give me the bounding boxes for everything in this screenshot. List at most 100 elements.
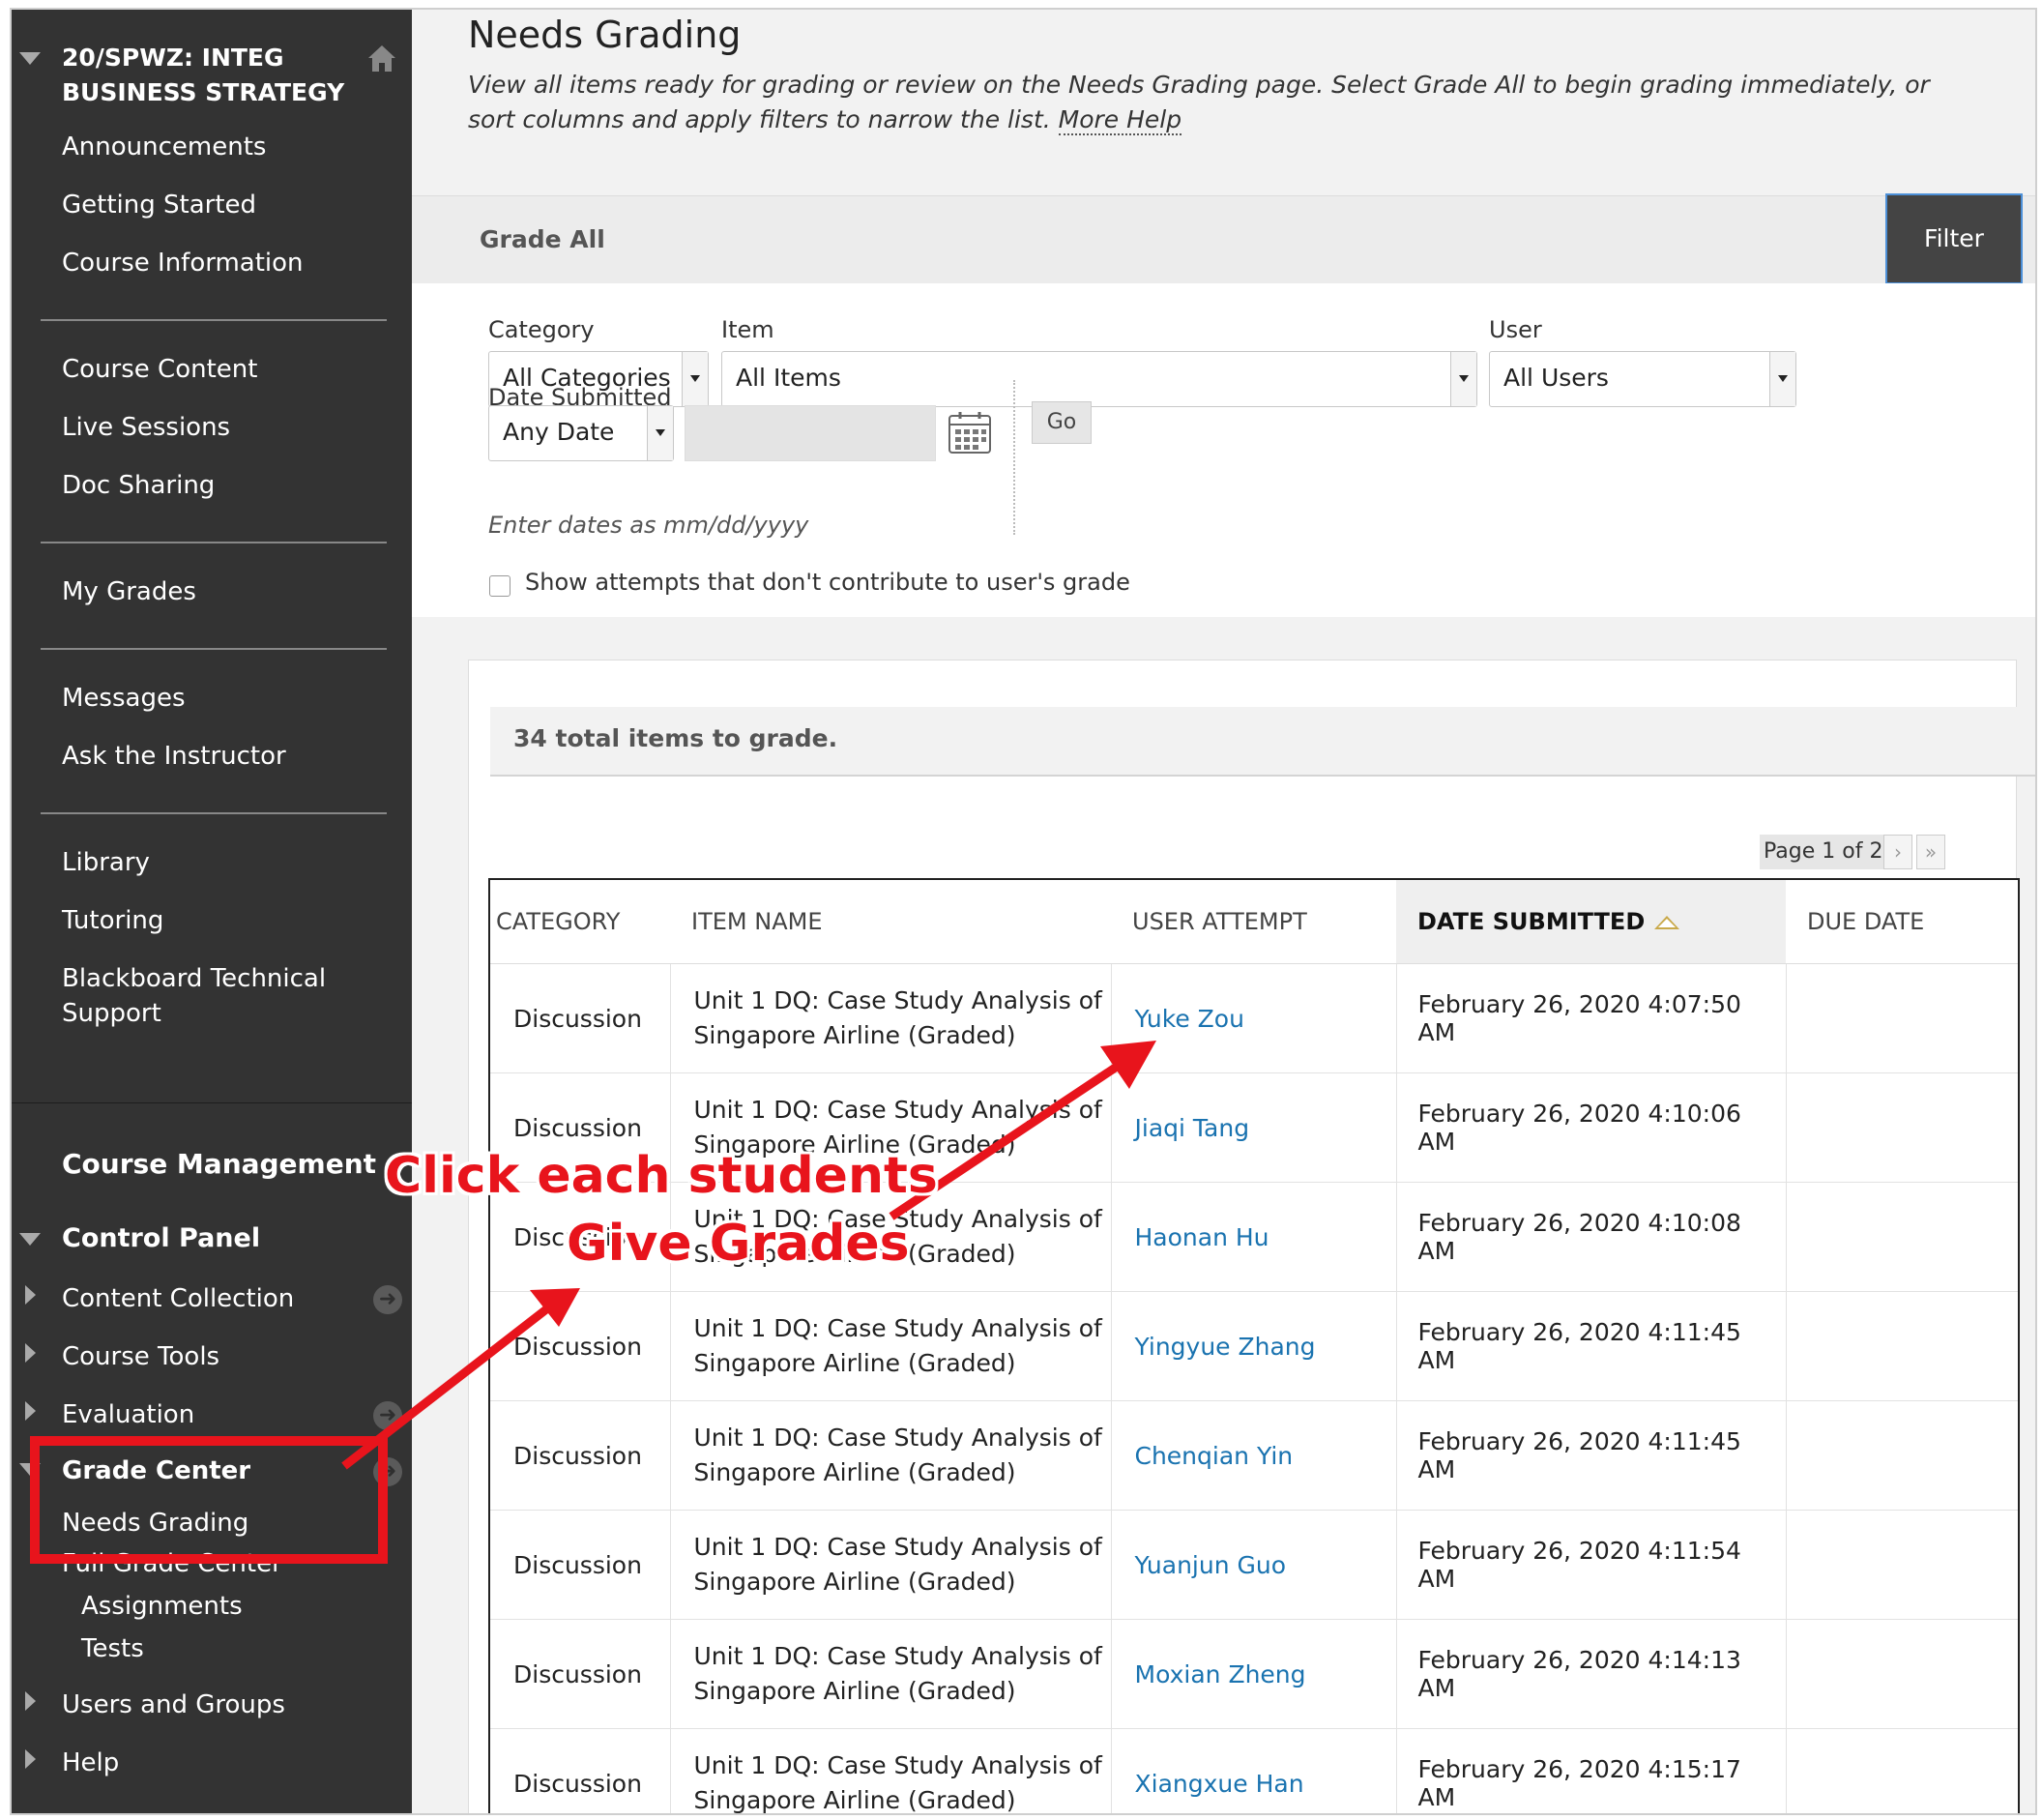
- last-page-icon[interactable]: »: [1916, 835, 1945, 869]
- date-submitted-cell: February 26, 2020 4:10:08 AM: [1395, 1182, 1786, 1292]
- grade-all-button[interactable]: Grade All: [480, 225, 605, 253]
- user-attempt-link[interactable]: Yuanjun Guo: [1110, 1510, 1396, 1620]
- screenshot-frame: 20/SPWZ: INTEG BUSINESS STRATEGY Announc…: [10, 8, 2037, 1815]
- sidebar-item-course-tools[interactable]: Course Tools: [62, 1339, 219, 1374]
- sidebar-item-course-information[interactable]: Course Information: [62, 246, 304, 280]
- column-header-category[interactable]: CATEGORY: [490, 880, 670, 964]
- arrow-circle-icon[interactable]: ➜: [373, 1285, 402, 1314]
- total-items-bar: 34 total items to grade.: [490, 707, 2035, 777]
- arrow-circle-icon[interactable]: ➜: [373, 1401, 402, 1430]
- course-management-panel: Course Management Control Panel Content …: [12, 1102, 412, 1813]
- table-row: Discussion Unit 1 DQ: Case Study Analysi…: [490, 1510, 2018, 1620]
- expand-triangle-icon[interactable]: [25, 1343, 36, 1363]
- due-date-cell: [1785, 1510, 2018, 1620]
- collapse-triangle-icon[interactable]: [19, 52, 41, 65]
- date-select[interactable]: Any Date: [488, 405, 674, 461]
- user-label: User: [1489, 316, 1542, 343]
- total-items-text: 34 total items to grade.: [513, 724, 838, 752]
- date-input[interactable]: [685, 405, 936, 461]
- sidebar-item-doc-sharing[interactable]: Doc Sharing: [62, 468, 215, 503]
- sidebar-item-announcements[interactable]: Announcements: [62, 130, 266, 164]
- sidebar-item-users-and-groups[interactable]: Users and Groups: [62, 1688, 285, 1722]
- user-attempt-link[interactable]: Yuke Zou: [1110, 963, 1396, 1073]
- sidebar-item-full-grade-center[interactable]: Full Grade Center: [62, 1546, 282, 1581]
- category-label: Category: [488, 316, 595, 343]
- user-attempt-link[interactable]: Yingyue Zhang: [1110, 1291, 1396, 1401]
- chevron-down-icon: [1450, 352, 1476, 406]
- expand-triangle-icon[interactable]: [25, 1401, 36, 1421]
- sidebar-item-getting-started[interactable]: Getting Started: [62, 188, 256, 222]
- sidebar-item-course-content[interactable]: Course Content: [62, 352, 257, 387]
- go-button[interactable]: Go: [1032, 401, 1092, 444]
- due-date-cell: [1785, 1728, 2018, 1813]
- course-title[interactable]: 20/SPWZ: INTEG BUSINESS STRATEGY: [62, 41, 352, 110]
- item-name-cell: Unit 1 DQ: Case Study Analysis of Singap…: [669, 1510, 1111, 1620]
- user-attempt-link[interactable]: Xiangxue Han: [1110, 1728, 1396, 1813]
- sidebar-item-tests[interactable]: Tests: [81, 1631, 144, 1666]
- table-row: Discussion Unit 1 DQ: Case Study Analysi…: [490, 963, 2018, 1073]
- sidebar-item-ask-the-instructor[interactable]: Ask the Instructor: [62, 739, 286, 774]
- sidebar-item-evaluation[interactable]: Evaluation: [62, 1397, 194, 1432]
- divider: [41, 812, 387, 814]
- column-header-item-name[interactable]: ITEM NAME: [670, 880, 1111, 964]
- sidebar-item-tutoring[interactable]: Tutoring: [62, 903, 163, 938]
- column-header-date-submitted[interactable]: DATE SUBMITTED: [1396, 880, 1786, 964]
- sidebar-item-library[interactable]: Library: [62, 845, 150, 880]
- date-format-hint: Enter dates as mm/dd/yyyy: [488, 512, 809, 539]
- date-submitted-cell: February 26, 2020 4:11:54 AM: [1395, 1510, 1786, 1620]
- due-date-cell: [1785, 963, 2018, 1073]
- expand-triangle-icon[interactable]: [25, 1749, 36, 1769]
- item-name-cell: Unit 1 DQ: Case Study Analysis of Singap…: [669, 1619, 1111, 1729]
- filter-button[interactable]: Filter: [1885, 193, 2023, 284]
- more-help-link[interactable]: More Help: [1058, 105, 1182, 135]
- user-attempt-link[interactable]: Moxian Zheng: [1110, 1619, 1396, 1729]
- table-row: Discussion Unit 1 DQ: Case Study Analysi…: [490, 1619, 2018, 1729]
- sidebar-item-assignments[interactable]: Assignments: [81, 1589, 243, 1624]
- sidebar-item-messages[interactable]: Messages: [62, 681, 186, 716]
- due-date-cell: [1785, 1291, 2018, 1401]
- sidebar-item-blackboard-support[interactable]: Blackboard Technical Support: [62, 961, 352, 1031]
- course-management-title: Course Management: [62, 1148, 377, 1180]
- table-row: Discussion Unit 1 DQ: Case Study Analysi…: [490, 1291, 2018, 1401]
- expand-triangle-icon[interactable]: [25, 1691, 36, 1711]
- show-attempts-label[interactable]: Show attempts that don't contribute to u…: [525, 569, 1130, 596]
- sidebar-item-my-grades[interactable]: My Grades: [62, 574, 196, 609]
- sidebar-item-content-collection[interactable]: Content Collection: [62, 1281, 294, 1316]
- item-select[interactable]: All Items: [721, 351, 1477, 407]
- date-submitted-cell: February 26, 2020 4:10:06 AM: [1395, 1072, 1786, 1183]
- date-submitted-header-label: DATE SUBMITTED: [1417, 908, 1646, 935]
- filter-panel: Category All Categories Item All Items U…: [412, 283, 2035, 617]
- chevron-down-icon: [647, 406, 673, 460]
- table-row: Discussion Unit 1 DQ: Case Study Analysi…: [490, 1182, 2018, 1292]
- category-cell: Discussion: [490, 963, 670, 1073]
- collapse-triangle-icon[interactable]: [19, 1233, 41, 1246]
- column-header-user-attempt[interactable]: USER ATTEMPT: [1111, 880, 1396, 964]
- control-panel-header[interactable]: Control Panel: [62, 1223, 260, 1253]
- table-row: Discussion Unit 1 DQ: Case Study Analysi…: [490, 1728, 2018, 1813]
- category-cell: Discussion: [490, 1728, 670, 1813]
- chevron-down-icon: [682, 352, 708, 406]
- user-attempt-link[interactable]: Haonan Hu: [1110, 1182, 1396, 1292]
- home-icon[interactable]: [365, 43, 398, 75]
- category-cell: Discussion: [490, 1510, 670, 1620]
- user-attempt-link[interactable]: Chenqian Yin: [1110, 1400, 1396, 1511]
- user-attempt-link[interactable]: Jiaqi Tang: [1110, 1072, 1396, 1183]
- category-cell: Discussion: [490, 1400, 670, 1511]
- user-select[interactable]: All Users: [1489, 351, 1796, 407]
- divider: [41, 648, 387, 650]
- item-name-cell: Unit 1 DQ: Case Study Analysis of Singap…: [669, 1182, 1111, 1292]
- column-header-due-date[interactable]: DUE DATE: [1786, 880, 2018, 964]
- sidebar-item-live-sessions[interactable]: Live Sessions: [62, 410, 230, 445]
- sidebar-item-grade-center[interactable]: Grade Center: [62, 1453, 250, 1488]
- item-select-value: All Items: [736, 364, 841, 392]
- sidebar-item-needs-grading[interactable]: Needs Grading: [62, 1506, 248, 1541]
- calendar-icon[interactable]: [946, 409, 994, 457]
- date-submitted-cell: February 26, 2020 4:14:13 AM: [1395, 1619, 1786, 1729]
- sidebar-item-help[interactable]: Help: [62, 1746, 119, 1780]
- next-page-icon[interactable]: ›: [1883, 835, 1912, 869]
- arrow-circle-icon[interactable]: ➜: [373, 1457, 402, 1486]
- date-submitted-cell: February 26, 2020 4:11:45 AM: [1395, 1291, 1786, 1401]
- collapse-triangle-icon[interactable]: [19, 1463, 41, 1476]
- show-attempts-checkbox[interactable]: [489, 575, 510, 597]
- expand-triangle-icon[interactable]: [25, 1285, 36, 1305]
